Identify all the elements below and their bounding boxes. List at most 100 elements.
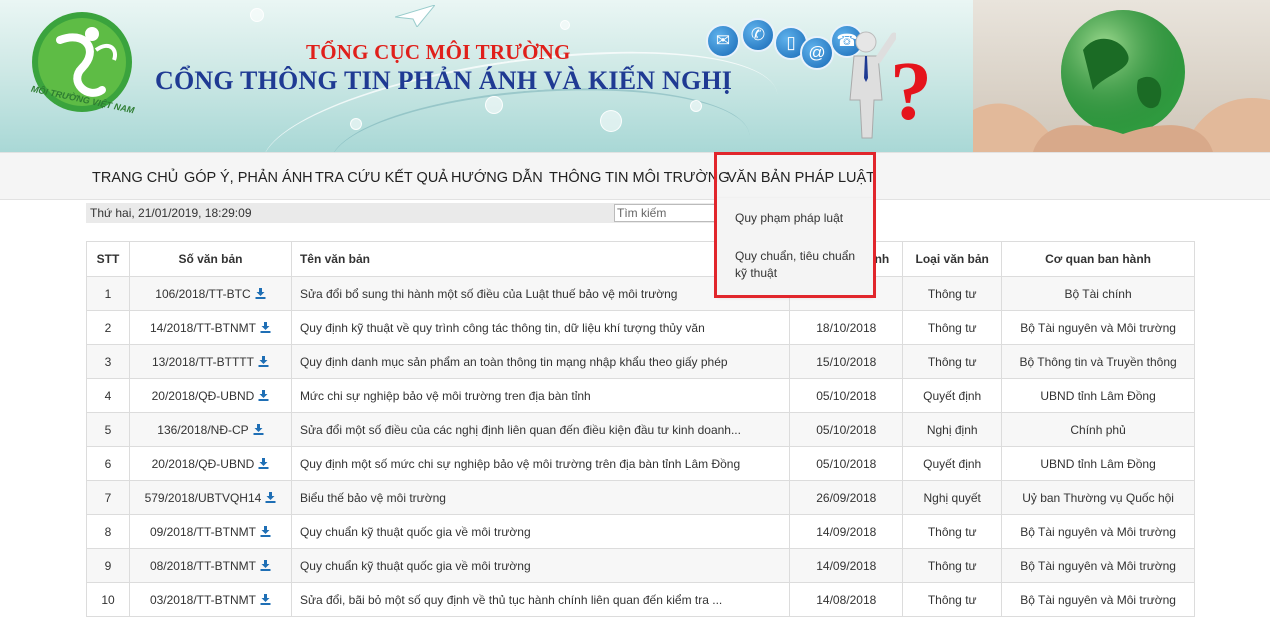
document-number-link[interactable]: 13/2018/TT-BTTTT [152,355,254,369]
row-document-number-cell: 13/2018/TT-BTTTT [128,344,292,379]
row-document-type: Thông tư [902,582,1003,617]
document-number-link[interactable]: 106/2018/TT-BTC [155,287,250,301]
table-row: 1 106/2018/TT-BTC Sửa đổi bổ sung thi hành… [86,276,1195,311]
row-stt: 6 [86,446,130,481]
row-stt: 3 [86,344,130,379]
row-issuing-agency: Uỷ ban Thường vụ Quốc hội [1001,480,1195,515]
download-icon[interactable] [258,457,269,469]
globe-icon [973,10,1270,152]
portal-title: CỔNG THÔNG TIN PHẢN ÁNH VÀ KIẾN NGHỊ [155,66,733,95]
row-document-number-cell: 20/2018/QĐ-UBND [128,378,292,413]
document-number-link[interactable]: 20/2018/QĐ-UBND [152,457,255,471]
bubble-decoration [350,118,362,130]
person-figure-icon [849,31,896,139]
phone-icon: ✆ [741,18,775,52]
row-issue-date: 26/09/2018 [789,480,904,515]
row-issuing-agency: Bộ Tài nguyên và Môi trường [1001,514,1195,549]
row-issue-date: 14/09/2018 [789,514,904,549]
row-document-type: Thông tư [902,514,1003,549]
bubble-decoration [600,110,622,132]
column-header-document-number: Số văn bản [128,241,292,277]
table-row: 9 08/2018/TT-BTNMT Quy chuẩn kỹ thuật quốc… [86,548,1195,583]
table-row: 8 09/2018/TT-BTNMT Quy chuẩn kỹ thuật quốc… [86,514,1195,549]
bubble-decoration [560,20,570,30]
table-row: 7 579/2018/UBTVQH14 Biểu thế bảo vệ môi tr… [86,480,1195,515]
row-issue-date: 15/10/2018 [789,344,904,379]
row-document-name[interactable]: Quy chuẩn kỹ thuật quốc gia về môi trườn… [290,514,791,549]
row-document-name[interactable]: Mức chi sự nghiệp bảo vệ môi trường tren… [290,378,791,413]
row-issuing-agency: Chính phủ [1001,412,1195,447]
row-stt: 2 [86,310,130,345]
row-document-name[interactable]: Sửa đổi một số điều của các nghị định li… [290,412,791,447]
row-document-number-cell: 136/2018/NĐ-CP [128,412,292,447]
download-icon[interactable] [255,287,266,299]
document-number-link[interactable]: 08/2018/TT-BTNMT [150,559,256,573]
bubble-decoration [485,96,503,114]
row-document-name[interactable]: Sửa đổi, bãi bỏ một số quy định về thủ t… [290,582,791,617]
row-issuing-agency: UBND tỉnh Lâm Đồng [1001,446,1195,481]
row-document-number-cell: 14/2018/TT-BTNMT [128,310,292,345]
row-stt: 5 [86,412,130,447]
row-document-type: Quyết định [902,446,1003,481]
download-icon[interactable] [258,389,269,401]
document-number-link[interactable]: 03/2018/TT-BTNMT [150,593,256,607]
table-row: 10 03/2018/TT-BTNMT Sửa đổi, bãi bỏ một số… [86,582,1195,617]
row-document-number-cell: 20/2018/QĐ-UBND [128,446,292,481]
download-icon[interactable] [253,423,264,435]
column-header-stt: STT [86,241,130,277]
nav-item-environment-info[interactable]: THÔNG TIN MÔI TRƯỜNG [549,170,730,186]
download-icon[interactable] [260,321,271,333]
row-issue-date: 14/09/2018 [789,548,904,583]
row-document-name[interactable]: Quy định danh mục sản phẩm an toàn thông… [290,344,791,379]
row-issuing-agency: Bộ Tài nguyên và Môi trường [1001,548,1195,583]
row-issuing-agency: UBND tỉnh Lâm Đồng [1001,378,1195,413]
org-name: TỔNG CỤC MÔI TRƯỜNG [306,40,571,64]
row-issue-date: 18/10/2018 [789,310,904,345]
row-document-type: Nghị quyết [902,480,1003,515]
row-document-type: Quyết định [902,378,1003,413]
table-row: 3 13/2018/TT-BTTTT Quy định danh mục sản p… [86,344,1195,379]
at-icon: @ [800,36,834,70]
download-icon[interactable] [258,355,269,367]
table-row: 2 14/2018/TT-BTNMT Quy định kỹ thuật về qu… [86,310,1195,345]
nav-item-home[interactable]: TRANG CHỦ [92,170,178,186]
table-row: 6 20/2018/QĐ-UBND Quy định một số mức chi … [86,446,1195,481]
document-number-link[interactable]: 14/2018/TT-BTNMT [150,321,256,335]
search-input[interactable] [614,204,724,222]
row-issuing-agency: Bộ Tài nguyên và Môi trường [1001,582,1195,617]
nav-item-lookup-results[interactable]: TRA CỨU KẾT QUẢ [315,170,448,186]
document-number-link[interactable]: 09/2018/TT-BTNMT [150,525,256,539]
row-issue-date: 05/10/2018 [789,378,904,413]
document-number-link[interactable]: 579/2018/UBTVQH14 [145,491,262,505]
row-document-name[interactable]: Quy chuẩn kỹ thuật quốc gia về môi trườn… [290,548,791,583]
row-issuing-agency: Bộ Thông tin và Truyền thông [1001,344,1195,379]
row-document-type: Thông tư [902,310,1003,345]
row-stt: 8 [86,514,130,549]
nav-item-guide[interactable]: HƯỚNG DẪN [451,170,543,186]
nav-item-feedback[interactable]: GÓP Ý, PHẢN ÁNH [184,170,313,186]
row-issuing-agency: Bộ Tài chính [1001,276,1195,311]
download-icon[interactable] [265,491,276,503]
row-document-name[interactable]: Biểu thế bảo vệ môi trường [290,480,791,515]
row-issuing-agency: Bộ Tài nguyên và Môi trường [1001,310,1195,345]
header-banner: MÔI TRƯỜNG VIỆT NAM TỔNG CỤC MÔI TRƯỜNG … [0,0,1270,152]
row-stt: 9 [86,548,130,583]
row-document-name[interactable]: Quy định kỹ thuật về quy trình công tác … [290,310,791,345]
globe-hands-image [973,0,1270,152]
bubble-decoration [690,100,702,112]
document-number-link[interactable]: 136/2018/NĐ-CP [157,423,248,437]
download-icon[interactable] [260,559,271,571]
download-icon[interactable] [260,525,271,537]
row-issue-date: 05/10/2018 [789,412,904,447]
document-number-link[interactable]: 20/2018/QĐ-UBND [152,389,255,403]
row-document-type: Thông tư [902,344,1003,379]
row-issue-date: 14/08/2018 [789,582,904,617]
download-icon[interactable] [260,593,271,605]
row-document-number-cell: 106/2018/TT-BTC [128,276,292,311]
row-stt: 7 [86,480,130,515]
mail-icon: ✉ [706,24,740,58]
row-document-name[interactable]: Quy định một số mức chi sự nghiệp bảo vệ… [290,446,791,481]
paper-plane-icon [395,5,435,27]
row-document-number-cell: 08/2018/TT-BTNMT [128,548,292,583]
table-row: 4 20/2018/QĐ-UBND Mức chi sự nghiệp bảo vệ… [86,378,1195,413]
